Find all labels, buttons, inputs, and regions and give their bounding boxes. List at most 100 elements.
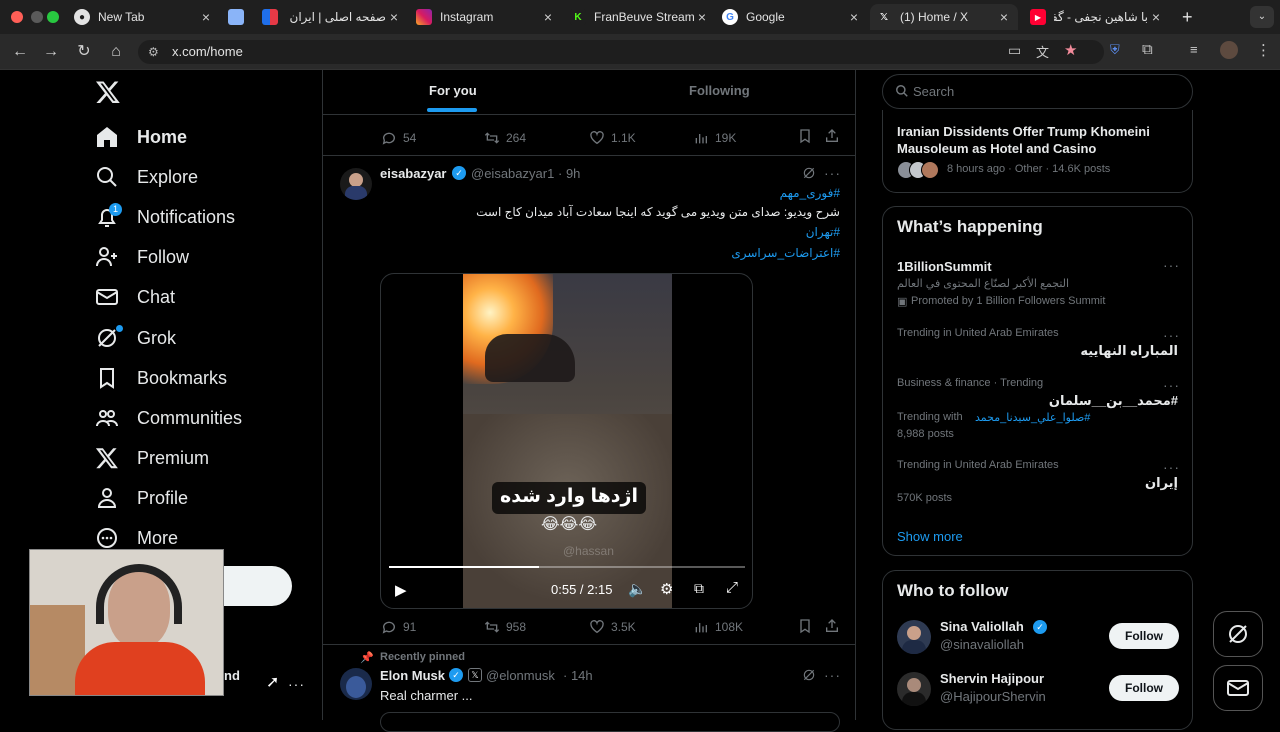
reply-button[interactable]: 54 xyxy=(381,130,416,146)
forward-button[interactable]: → xyxy=(41,42,61,62)
feed-tab-following[interactable]: Following xyxy=(589,70,855,114)
sidebar-item-bookmarks[interactable]: Bookmarks xyxy=(95,362,227,394)
trend-more-icon[interactable]: ··· xyxy=(1163,327,1180,343)
trend-more-icon[interactable]: ··· xyxy=(1163,459,1180,475)
trend-item[interactable]: 1BillionSummit ··· التجمع الأكبر لصنّاع … xyxy=(883,253,1192,313)
hashtag-line[interactable]: #اعتراضات_سراسری xyxy=(600,246,840,260)
author-handle[interactable]: @elonmusk xyxy=(486,668,555,683)
extension-shield-icon[interactable]: ⛨ xyxy=(1110,42,1120,58)
browser-tab-new-tab[interactable]: ● New Tab × xyxy=(74,4,214,30)
close-tab-icon[interactable]: × xyxy=(1148,9,1164,25)
maximize-window-button[interactable] xyxy=(47,11,59,23)
avatar[interactable] xyxy=(340,668,372,700)
hashtag-line[interactable]: #فوری_مهم xyxy=(600,186,840,200)
follow-button[interactable]: Follow xyxy=(1109,675,1179,701)
avatar[interactable] xyxy=(897,620,931,654)
grok-analyze-icon[interactable] xyxy=(802,166,816,185)
account-menu-icon[interactable]: ··· xyxy=(288,676,305,692)
close-tab-icon[interactable]: × xyxy=(386,9,402,25)
video-player[interactable]: @hassan اژدها وارد شده 😂😂😂 ▶ 0:55 / 2:15… xyxy=(380,273,753,609)
profile-avatar-icon[interactable] xyxy=(1220,41,1238,59)
suggestion-name[interactable]: Shervin Hajipour xyxy=(940,671,1044,686)
share-icon[interactable] xyxy=(824,128,840,149)
avatar[interactable] xyxy=(340,168,372,200)
reply-button[interactable]: 91 xyxy=(381,619,416,635)
grok-floating-button[interactable] xyxy=(1213,611,1263,657)
avatar[interactable] xyxy=(897,672,931,706)
feed-tab-for-you[interactable]: For you xyxy=(323,70,589,114)
follow-suggestion[interactable]: Sina Valiollah ✓ @sinavaliollah Follow xyxy=(883,615,1192,663)
sidebar-item-communities[interactable]: Communities xyxy=(95,402,242,434)
media-controls-icon[interactable]: ≡ xyxy=(1190,42,1198,57)
hashtag-line[interactable]: #تهران xyxy=(600,225,840,239)
repost-button[interactable]: 264 xyxy=(484,130,526,146)
post-time[interactable]: · 9h xyxy=(558,166,580,181)
play-icon[interactable]: ▶ xyxy=(395,581,407,599)
picture-in-picture-icon[interactable]: ⧉ xyxy=(694,580,704,597)
trend-item[interactable]: Business & finance · Trending ··· #محمد_… xyxy=(883,371,1192,449)
close-tab-icon[interactable]: × xyxy=(540,9,556,25)
home-button[interactable]: ⌂ xyxy=(106,42,126,62)
url-text[interactable]: x.com/home xyxy=(172,44,243,59)
close-tab-icon[interactable]: × xyxy=(694,9,710,25)
sidebar-item-home[interactable]: Home xyxy=(95,121,187,153)
browser-menu-icon[interactable]: ⋮ xyxy=(1256,41,1271,59)
bookmark-star-icon[interactable]: ★ xyxy=(1064,41,1077,59)
post-more-icon[interactable]: ··· xyxy=(824,165,841,181)
fullscreen-icon[interactable]: ⤢ xyxy=(726,579,738,596)
views-button[interactable]: 19K xyxy=(693,130,736,146)
browser-tab-instagram[interactable]: Instagram × xyxy=(416,4,556,30)
bookmark-icon[interactable] xyxy=(797,618,813,639)
sidebar-item-follow[interactable]: Follow xyxy=(95,241,189,273)
trend-item[interactable]: Trending in United Arab Emirates ··· إير… xyxy=(883,455,1192,515)
author-name[interactable]: eisabazyar xyxy=(380,166,447,181)
sidebar-item-grok[interactable]: Grok xyxy=(95,322,176,354)
share-icon[interactable] xyxy=(824,618,840,639)
extensions-icon[interactable]: ⧉ xyxy=(1142,41,1153,58)
news-card[interactable]: Iranian Dissidents Offer Trump Khomeini … xyxy=(882,110,1193,193)
sidebar-item-explore[interactable]: Explore xyxy=(95,161,198,193)
back-button[interactable]: ← xyxy=(10,42,30,62)
close-window-button[interactable] xyxy=(11,11,23,23)
close-tab-icon[interactable]: × xyxy=(198,9,214,25)
minimize-window-button[interactable] xyxy=(31,11,43,23)
browser-tab-franbeuve[interactable]: K FranBeuve Stream × xyxy=(570,4,710,30)
grok-analyze-icon[interactable] xyxy=(802,668,816,687)
settings-icon[interactable]: ⚙ xyxy=(660,580,673,598)
close-tab-icon[interactable]: × xyxy=(996,9,1012,25)
video-progress-track[interactable] xyxy=(389,566,745,568)
suggestion-name[interactable]: Sina Valiollah xyxy=(940,619,1024,634)
views-button[interactable]: 108K xyxy=(693,619,743,635)
translate-icon[interactable]: 文 xyxy=(1036,42,1049,61)
follow-button[interactable]: Follow xyxy=(1109,623,1179,649)
address-bar[interactable] xyxy=(138,40,1104,64)
show-more-link[interactable]: Show more xyxy=(897,529,963,544)
post-more-icon[interactable]: ··· xyxy=(824,667,841,683)
browser-tab-x-home[interactable]: 𝕏 (1) Home / X × xyxy=(870,4,1018,30)
tab-search-button[interactable]: ⌄ xyxy=(1250,6,1274,28)
sidebar-item-profile[interactable]: Profile xyxy=(95,482,188,514)
sidebar-item-premium[interactable]: Premium xyxy=(95,442,209,474)
reload-button[interactable]: ↻ xyxy=(74,42,94,62)
close-tab-icon[interactable]: × xyxy=(846,9,862,25)
search-box[interactable]: Search xyxy=(882,74,1193,109)
author-handle[interactable]: @eisabazyar1 xyxy=(471,166,554,181)
trend-more-icon[interactable]: ··· xyxy=(1163,257,1180,273)
sidebar-item-chat[interactable]: Chat xyxy=(95,281,175,313)
follow-suggestion[interactable]: Shervin Hajipour @HajipourShervin Follow xyxy=(883,667,1192,715)
x-logo-icon[interactable] xyxy=(95,79,121,105)
new-tab-button[interactable]: + xyxy=(1182,7,1193,28)
post-time[interactable]: · 14h xyxy=(563,668,593,683)
author-name[interactable]: Elon Musk xyxy=(380,668,445,683)
browser-tab-youtube[interactable]: ▶ با شاهین نجفی - گفتگو × xyxy=(1030,4,1164,30)
site-info-icon[interactable]: ⚙ xyxy=(148,45,159,59)
like-button[interactable]: 3.5K xyxy=(589,619,636,635)
trend-more-icon[interactable]: ··· xyxy=(1163,377,1180,393)
cast-icon[interactable]: ▭ xyxy=(1008,42,1021,59)
messages-floating-button[interactable] xyxy=(1213,665,1263,711)
trend-item[interactable]: Trending in United Arab Emirates ··· الم… xyxy=(883,321,1192,366)
repost-button[interactable]: 958 xyxy=(484,619,526,635)
browser-tab-google[interactable]: G Google × xyxy=(722,4,862,30)
browser-tab-iran[interactable]: صفحه اصلی | ایران × xyxy=(262,4,402,30)
like-button[interactable]: 1.1K xyxy=(589,130,636,146)
